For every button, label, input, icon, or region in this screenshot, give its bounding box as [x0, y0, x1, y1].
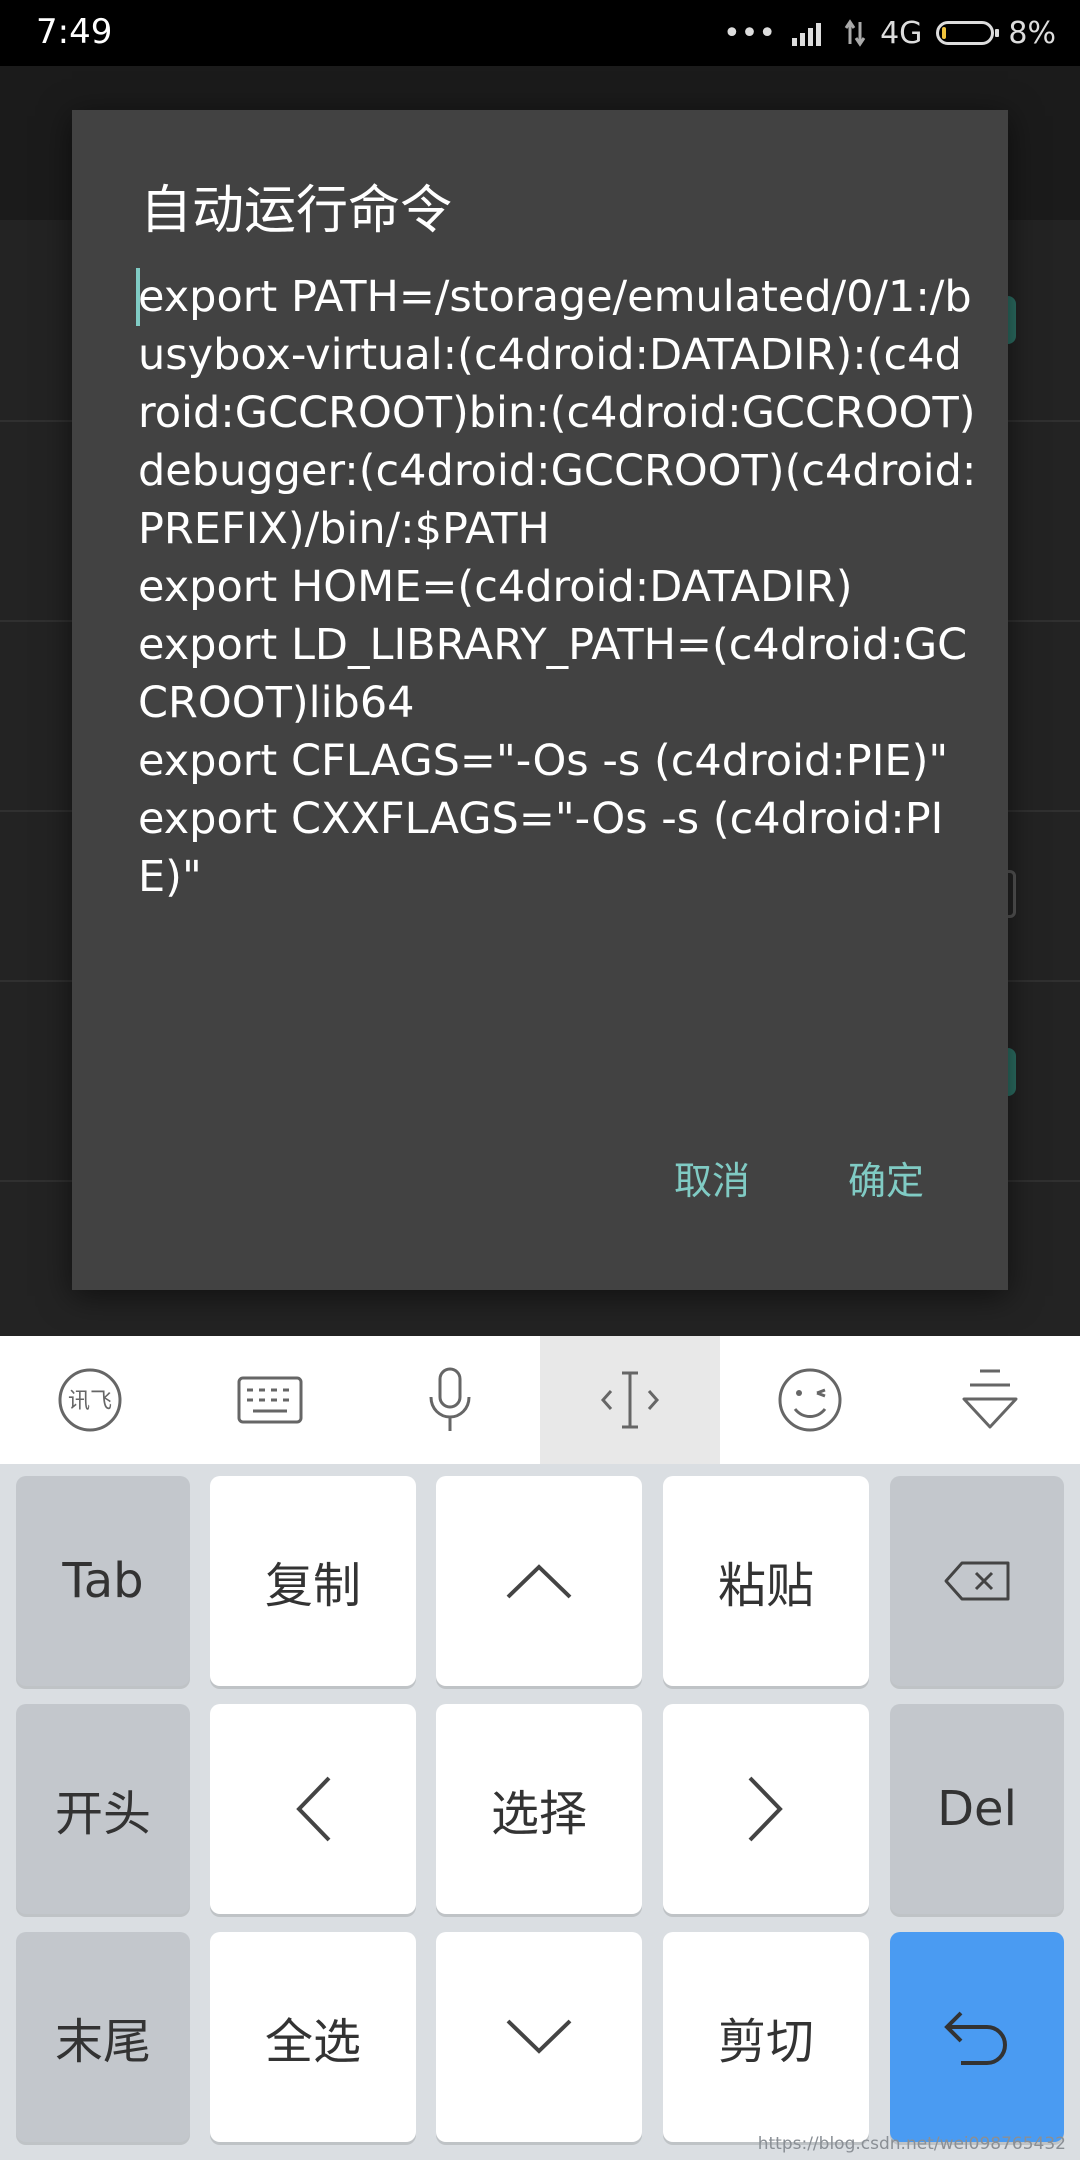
watermark: https://blog.csdn.net/wei098765432 [757, 2134, 1066, 2154]
collapse-keyboard-button[interactable] [900, 1336, 1080, 1464]
svg-text:讯飞: 讯飞 [68, 1389, 112, 1414]
keyboard-switch-button[interactable] [180, 1336, 360, 1464]
cursor-move-icon [600, 1371, 660, 1429]
select-all-key[interactable]: 全选 [210, 1932, 416, 2142]
tab-key[interactable]: Tab [16, 1476, 190, 1686]
emoji-button[interactable] [720, 1336, 900, 1464]
cut-key[interactable]: 剪切 [663, 1932, 869, 2142]
copy-key[interactable]: 复制 [210, 1476, 416, 1686]
network-type: 4G [880, 15, 923, 51]
voice-input-button[interactable] [360, 1336, 540, 1464]
dialog-title: 自动运行命令 [140, 181, 453, 241]
line-end-key[interactable]: 末尾 [16, 1932, 190, 2142]
cursor-move-button[interactable] [540, 1336, 720, 1464]
status-time: 7:49 [36, 12, 113, 52]
chevron-left-icon [296, 1776, 331, 1842]
cursor-up-key[interactable] [436, 1476, 642, 1686]
emoji-icon [778, 1368, 842, 1432]
ok-button[interactable]: 确定 [848, 1150, 924, 1205]
ime-toolbar: 讯飞 [0, 1336, 1080, 1464]
status-bar: 7:49 ••• 4G 8% [0, 0, 1080, 66]
editing-keyboard: Tab 复制 粘贴 开头 选择 Del 末尾 全选 剪切 https://blo… [0, 1464, 1080, 2160]
battery-percent: 8% [1008, 15, 1056, 51]
ifly-logo-button[interactable]: 讯飞 [0, 1336, 180, 1464]
battery-icon [936, 21, 1000, 45]
backspace-key[interactable] [890, 1476, 1064, 1686]
backspace-icon [944, 1561, 1010, 1601]
status-icons: ••• 4G 8% [723, 10, 1056, 56]
auto-run-command-dialog: 自动运行命令 export PATH=/storage/emulated/0/1… [72, 110, 1008, 1290]
cancel-button[interactable]: 取消 [674, 1150, 750, 1205]
collapse-keyboard-icon [962, 1369, 1018, 1429]
cursor-left-key[interactable] [210, 1704, 416, 1914]
paste-key[interactable]: 粘贴 [663, 1476, 869, 1686]
select-key[interactable]: 选择 [436, 1704, 642, 1914]
cursor-right-key[interactable] [663, 1704, 869, 1914]
ifly-logo-icon: 讯飞 [58, 1368, 122, 1432]
microphone-icon [429, 1367, 471, 1431]
line-start-key[interactable]: 开头 [16, 1704, 190, 1914]
more-dots-icon: ••• [722, 15, 777, 51]
chevron-up-icon [506, 1564, 572, 1599]
keyboard-icon [237, 1376, 303, 1424]
delete-key[interactable]: Del [890, 1704, 1064, 1914]
chevron-down-icon [506, 2019, 572, 2054]
cursor-down-key[interactable] [436, 1932, 642, 2142]
chevron-right-icon [748, 1776, 783, 1842]
command-text-field[interactable]: export PATH=/storage/emulated/0/1:/busyb… [138, 268, 978, 906]
enter-key[interactable] [890, 1932, 1064, 2142]
data-arrows-icon [844, 19, 866, 47]
return-icon [944, 2011, 1007, 2065]
signal-hd-icon [792, 23, 822, 46]
